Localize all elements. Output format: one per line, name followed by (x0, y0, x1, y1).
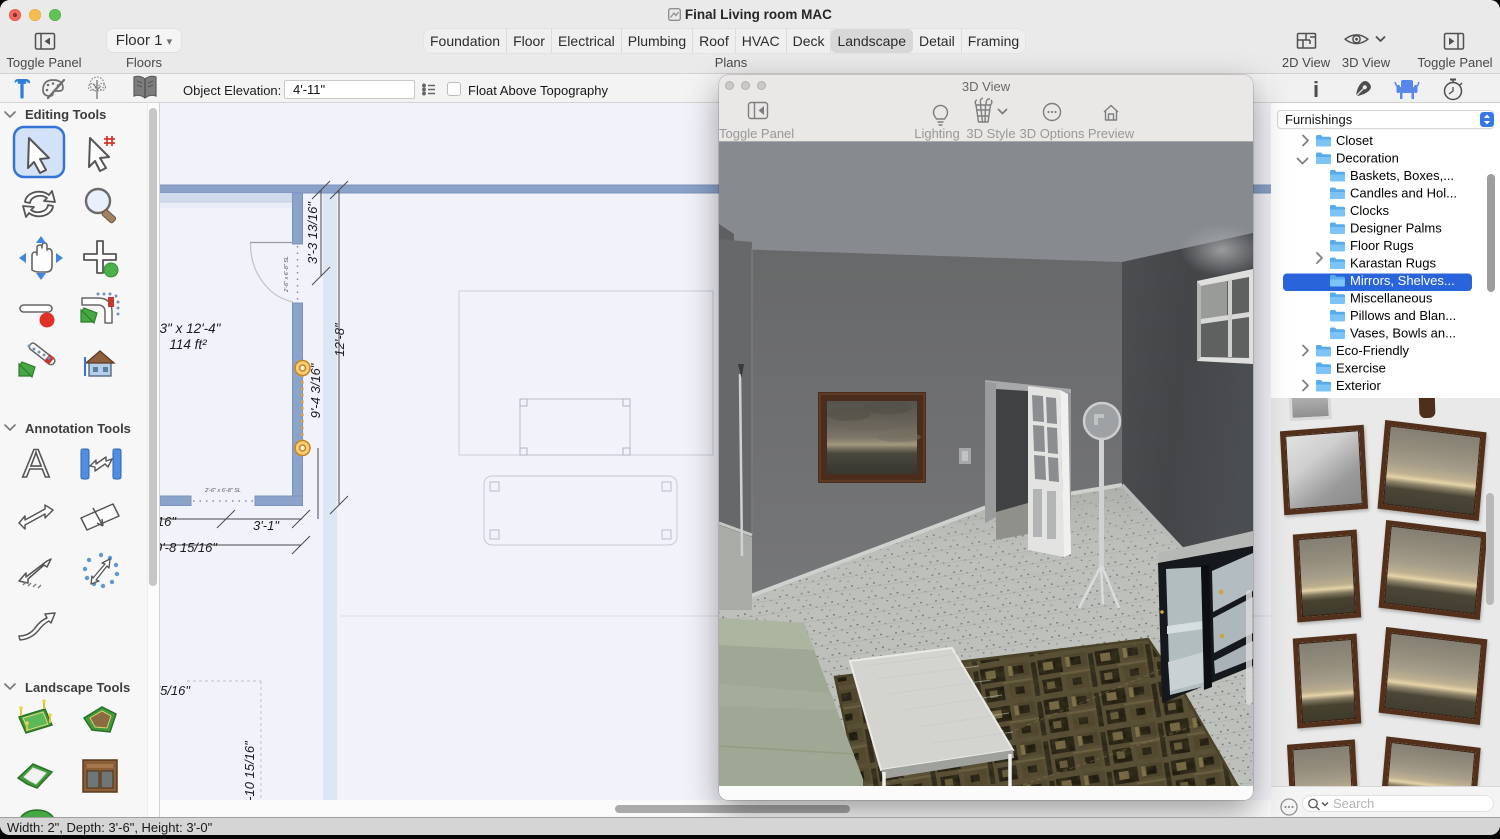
svg-text:Karastan Rugs: Karastan Rugs (1350, 256, 1436, 271)
svg-text:'5/16": '5/16" (160, 683, 191, 698)
svg-text:16": 16" (160, 514, 177, 529)
svg-text:Floor Rugs: Floor Rugs (1350, 238, 1414, 253)
svg-text:3'-3 13/16": 3'-3 13/16" (305, 201, 320, 264)
svg-text:Exterior: Exterior (1336, 378, 1381, 393)
svg-text:Candles and Hol...: Candles and Hol... (1350, 186, 1457, 201)
svg-text:2'-6" x 6'-8" SL: 2'-6" x 6'-8" SL (284, 256, 290, 293)
svg-text:Pillows and Blan...: Pillows and Blan... (1350, 308, 1456, 323)
svg-text:Baskets, Boxes,...: Baskets, Boxes,... (1350, 168, 1454, 183)
svg-text:Landscape Tools: Landscape Tools (25, 680, 130, 695)
svg-text:i: i (1313, 77, 1319, 102)
svg-text:A: A (23, 442, 50, 486)
svg-text:Designer Palms: Designer Palms (1350, 221, 1442, 236)
svg-text:3'-1": 3'-1" (253, 518, 280, 533)
svg-text:12'-8": 12'-8" (332, 322, 347, 357)
svg-text:Exercise: Exercise (1336, 361, 1386, 376)
svg-text:-10 15/16": -10 15/16" (242, 740, 257, 801)
svg-text:Closet: Closet (1336, 133, 1373, 148)
svg-text:Vases, Bowls an...: Vases, Bowls an... (1350, 326, 1456, 341)
svg-text:2'-6" x 6'-8" SL: 2'-6" x 6'-8" SL (204, 488, 241, 494)
svg-text:Editing Tools: Editing Tools (25, 107, 106, 122)
svg-text:9'-8 15/16": 9'-8 15/16" (160, 540, 218, 555)
svg-text:3" x 12'-4"114 ft²: 3" x 12'-4"114 ft² (160, 321, 222, 352)
svg-text:Miscellaneous: Miscellaneous (1350, 291, 1433, 306)
svg-text:Clocks: Clocks (1350, 203, 1390, 218)
svg-text:Annotation Tools: Annotation Tools (25, 421, 131, 436)
svg-text:Mirrors, Shelves...: Mirrors, Shelves... (1350, 273, 1455, 288)
svg-text:Eco-Friendly: Eco-Friendly (1336, 343, 1409, 358)
svg-text:Decoration: Decoration (1336, 151, 1399, 166)
